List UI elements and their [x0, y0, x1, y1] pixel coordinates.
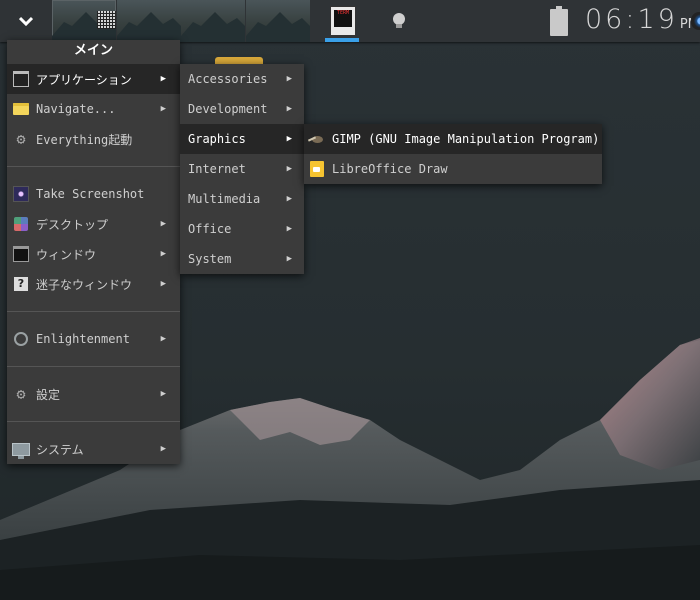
menu-separator [7, 311, 180, 312]
chevron-right-icon: ▶ [286, 134, 292, 144]
taskbar-xterm-button[interactable]: TERM [325, 4, 359, 42]
gear-icon: ⚙ [16, 384, 26, 403]
menu-item-system[interactable]: システム ▶ [7, 434, 180, 464]
menu-item-label: GIMP (GNU Image Manipulation Program) [332, 132, 600, 146]
folder-icon [12, 100, 30, 118]
menu-item-label: Internet [188, 162, 246, 176]
menu-item-label: System [188, 252, 232, 266]
menu-separator [7, 166, 180, 167]
term-icon-text: TERM [334, 10, 352, 27]
chevron-right-icon: ▶ [286, 104, 292, 114]
submenu-item-system[interactable]: System ▶ [180, 244, 304, 274]
submenu-item-accessories[interactable]: Accessories ▶ [180, 64, 304, 94]
submenu-item-internet[interactable]: Internet ▶ [180, 154, 304, 184]
chevron-right-icon: ▶ [160, 444, 166, 454]
menu-item-label: Navigate... [36, 102, 116, 116]
chevron-right-icon: ▶ [160, 74, 166, 84]
status-indicator-icon[interactable] [691, 12, 700, 30]
gimp-icon [308, 130, 326, 148]
menu-item-label: LibreOffice Draw [332, 162, 448, 176]
menu-item-label: ウィンドウ [36, 247, 97, 262]
menu-separator [7, 366, 180, 367]
menu-item-navigate[interactable]: Navigate... ▶ [7, 94, 180, 124]
main-menu: メイン アプリケーション ▶ Navigate... ▶ ⚙ Everythin… [7, 40, 180, 464]
menu-item-label: Office [188, 222, 232, 236]
menu-item-enlightenment[interactable]: Enlightenment ▶ [7, 324, 180, 354]
chevron-right-icon: ▶ [286, 164, 292, 174]
graphics-submenu: GIMP (GNU Image Manipulation Program) Li… [304, 124, 602, 184]
menu-item-desktop[interactable]: デスクトップ ▶ [7, 209, 180, 239]
menu-item-label: 設定 [36, 387, 61, 402]
virtual-desktop-pager [52, 0, 310, 42]
menu-item-label: Multimedia [188, 192, 261, 206]
chevron-right-icon: ▶ [160, 334, 166, 344]
active-task-indicator [325, 38, 359, 42]
pager-window-thumbnail [97, 11, 116, 29]
menu-item-label: Accessories [188, 72, 268, 86]
clock[interactable]: 06:19 PM [585, 4, 699, 38]
submenu-item-graphics[interactable]: Graphics ▶ [180, 124, 304, 154]
menu-item-label: 迷子なウィンドウ [36, 277, 133, 292]
submenu-item-development[interactable]: Development ▶ [180, 94, 304, 124]
menu-item-label: Take Screenshot [36, 187, 145, 201]
clock-time: 06:19 [585, 4, 678, 35]
menu-item-label: デスクトップ [36, 217, 109, 232]
chevron-right-icon: ▶ [160, 279, 166, 289]
pager-desktop-3[interactable] [181, 0, 245, 42]
chevron-right-icon: ▶ [286, 224, 292, 234]
applications-submenu: Accessories ▶ Development ▶ Graphics ▶ I… [180, 64, 304, 274]
main-menu-title: メイン [7, 40, 180, 66]
chevron-right-icon: ▶ [160, 104, 166, 114]
submenu-item-multimedia[interactable]: Multimedia ▶ [180, 184, 304, 214]
menu-item-label: アプリケーション [36, 72, 132, 87]
submenu-item-gimp[interactable]: GIMP (GNU Image Manipulation Program) [304, 124, 602, 154]
menu-item-take-screenshot[interactable]: Take Screenshot [7, 179, 180, 209]
pager-desktop-4[interactable] [245, 0, 310, 42]
enlightenment-icon [12, 330, 30, 348]
menu-item-label: Everything起動 [36, 132, 133, 147]
menu-item-label: Graphics [188, 132, 246, 146]
gear-icon: ⚙ [16, 129, 26, 148]
pager-desktop-2[interactable] [116, 0, 181, 42]
chevron-right-icon: ▶ [286, 254, 292, 264]
chevron-right-icon: ▶ [286, 74, 292, 84]
monitor-icon [12, 440, 30, 459]
menu-item-label: Development [188, 102, 268, 116]
xterm-icon: TERM [330, 6, 356, 36]
lost-windows-icon: ? [12, 275, 30, 293]
battery-icon[interactable] [550, 6, 568, 36]
menu-item-settings[interactable]: ⚙ 設定 ▶ [7, 379, 180, 409]
desktop-icon [12, 215, 30, 233]
menu-item-lost-windows[interactable]: ? 迷子なウィンドウ ▶ [7, 269, 180, 299]
menu-separator [7, 421, 180, 422]
menu-item-everything[interactable]: ⚙ Everything起動 [7, 124, 180, 154]
libreoffice-draw-icon [308, 160, 326, 178]
start-menu-button[interactable] [0, 0, 52, 42]
menu-item-windows[interactable]: ウィンドウ ▶ [7, 239, 180, 269]
screenshot-icon [12, 185, 30, 203]
chevron-right-icon: ▶ [160, 389, 166, 399]
chevron-right-icon: ▶ [160, 219, 166, 229]
top-shelf: TERM 06:19 PM [0, 0, 700, 42]
window-icon [12, 245, 30, 263]
menu-item-applications[interactable]: アプリケーション ▶ [7, 64, 180, 94]
chevron-right-icon: ▶ [160, 249, 166, 259]
pager-desktop-1[interactable] [52, 0, 116, 42]
submenu-item-office[interactable]: Office ▶ [180, 214, 304, 244]
menu-item-label: システム [36, 442, 84, 457]
menu-item-label: Enlightenment [36, 332, 130, 346]
submenu-item-libreoffice-draw[interactable]: LibreOffice Draw [304, 154, 602, 184]
chevron-right-icon: ▶ [286, 194, 292, 204]
lightbulb-icon[interactable] [389, 11, 409, 31]
chevron-down-icon [19, 16, 33, 26]
applications-icon [12, 70, 30, 88]
